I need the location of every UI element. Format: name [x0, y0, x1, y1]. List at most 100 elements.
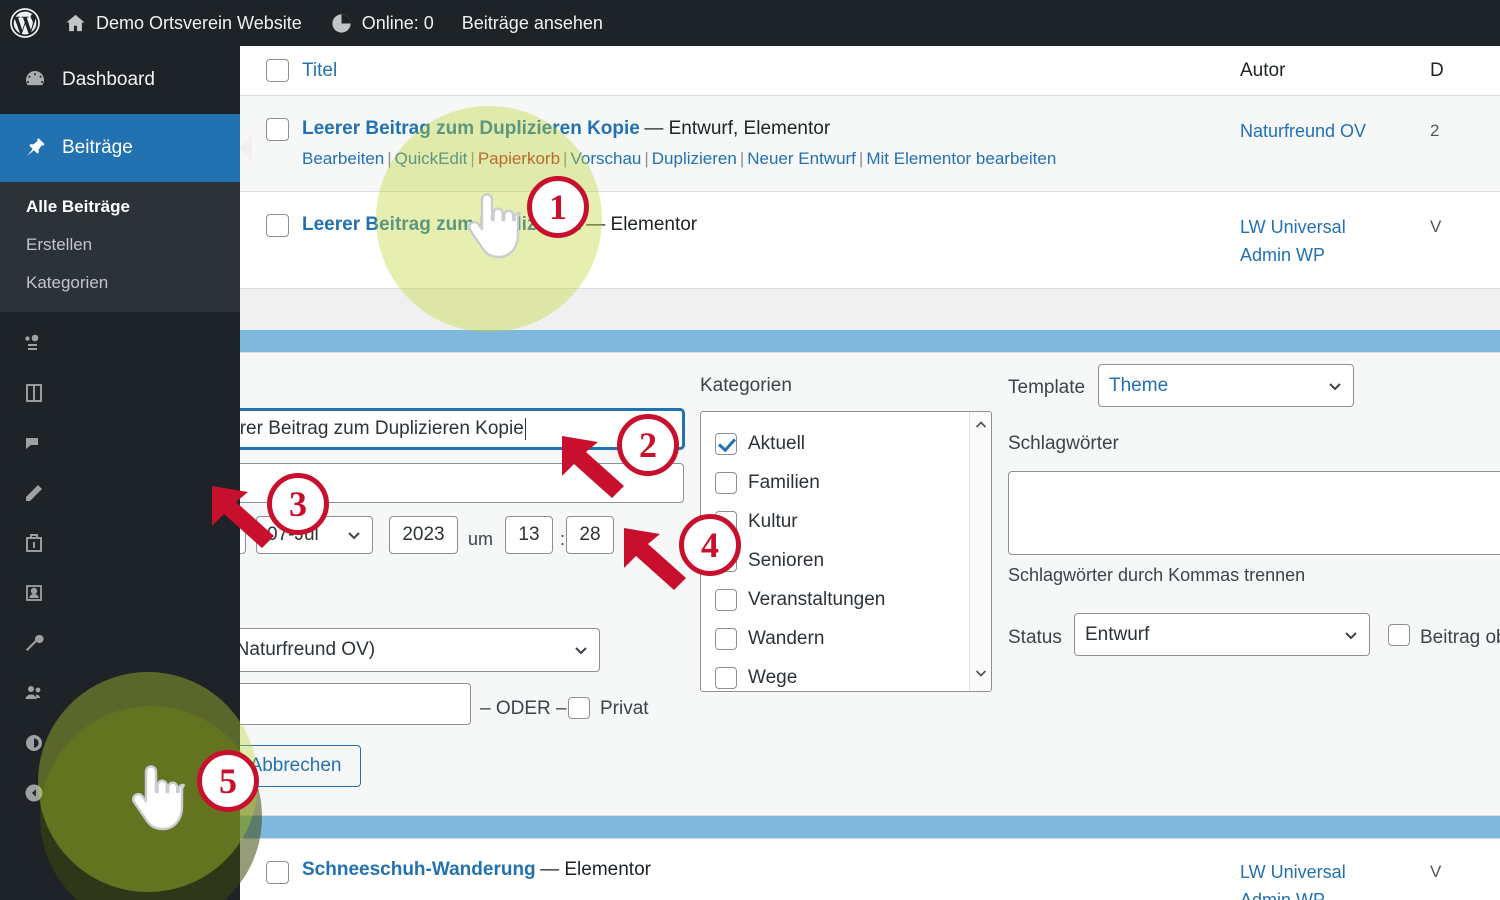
- category-label: Wege: [748, 666, 798, 688]
- category-checkbox[interactable]: [715, 432, 737, 455]
- select-all-checkbox[interactable]: [266, 59, 289, 82]
- tools-icon: [22, 631, 46, 660]
- online-count-label: Online: 0: [361, 12, 434, 33]
- table-row: Schneeschuh-Wanderung — Elementor LW Uni…: [240, 838, 1500, 900]
- column-header-author-cell: Autor: [1240, 60, 1430, 82]
- sidebar-subitem-alle-beitraege[interactable]: Alle Beiträge: [0, 188, 240, 226]
- posts-list-table: Titel Autor D Leerer Beitrag zum Duplizi…: [240, 46, 1500, 289]
- row-action-vorschau[interactable]: Vorschau: [570, 149, 641, 168]
- callout-badge-1: 1: [527, 176, 589, 238]
- row-title-cell: Leerer Beitrag zum Duplizieren Kopie — E…: [302, 96, 1240, 191]
- pages-icon: [22, 381, 46, 410]
- row-action-papierkorb[interactable]: Papierkorb: [478, 149, 560, 168]
- home-icon: [64, 12, 87, 35]
- category-checkbox[interactable]: [715, 666, 737, 689]
- row-action-mit-elementor-bearbeiten[interactable]: Mit Elementor bearbeiten: [866, 149, 1056, 168]
- sidebar-submenu-beitraege: Alle Beiträge Erstellen Kategorien: [0, 182, 240, 312]
- category-checkbox[interactable]: [715, 588, 737, 611]
- category-item-familien[interactable]: Familien: [715, 463, 991, 502]
- column-header-title-cell: Titel: [302, 60, 1240, 82]
- category-item-wege[interactable]: Wege: [715, 658, 991, 691]
- post-title-link[interactable]: Schneeschuh-Wanderung: [302, 859, 536, 880]
- sticky-checkbox[interactable]: [1388, 624, 1410, 646]
- sidebar-item-pages[interactable]: [0, 370, 240, 420]
- category-label: Aktuell: [748, 432, 806, 454]
- categories-scrollbar[interactable]: [969, 412, 991, 691]
- sidebar-item-beitraege[interactable]: Beiträge: [0, 114, 240, 182]
- category-label: Kultur: [748, 510, 798, 532]
- category-item-aktuell[interactable]: Aktuell: [715, 424, 991, 463]
- status-select[interactable]: Entwurf: [1074, 613, 1370, 656]
- sidebar-item-appearance[interactable]: [0, 470, 240, 520]
- wordpress-logo-button[interactable]: [0, 0, 50, 46]
- row-checkbox[interactable]: [266, 861, 289, 884]
- sidebar-item-users[interactable]: [0, 570, 240, 620]
- chevron-down-icon: [1343, 627, 1359, 643]
- callout-badge-3: 3: [267, 473, 329, 535]
- category-label: Familien: [748, 471, 820, 493]
- category-item-wandern[interactable]: Wandern: [715, 619, 991, 658]
- settings-icon: [22, 731, 46, 760]
- row-author-cell: LW Universal Admin WP: [1240, 855, 1430, 900]
- row-action-duplizieren[interactable]: Duplizieren: [652, 149, 737, 168]
- date-value: 2: [1430, 121, 1440, 140]
- column-header-date[interactable]: D: [1430, 60, 1444, 81]
- pie-chart-icon: [330, 12, 353, 35]
- category-item-veranstaltungen[interactable]: Veranstaltungen: [715, 580, 991, 619]
- author-link[interactable]: LW Universal: [1240, 214, 1430, 242]
- private-label: Privat: [600, 698, 649, 719]
- quickedit-panel: QUICKEDIT Titel Leerer Beitrag zum Dupli…: [60, 352, 1500, 816]
- author-link-second[interactable]: Admin WP: [1240, 242, 1430, 270]
- category-label: Senioren: [748, 549, 825, 571]
- or-separator-label: – ODER –: [480, 698, 567, 719]
- category-checkbox[interactable]: [715, 627, 737, 650]
- tags-textarea[interactable]: [1008, 471, 1500, 555]
- time-separator-word: um: [468, 529, 494, 549]
- sidebar-item-comments[interactable]: [0, 420, 240, 470]
- row-checkbox[interactable]: [266, 118, 289, 141]
- sidebar-subitem-erstellen[interactable]: Erstellen: [0, 226, 240, 264]
- categories-label: Kategorien: [700, 375, 792, 396]
- title-input[interactable]: Leerer Beitrag zum Duplizieren Kopie: [196, 409, 684, 449]
- sidebar-item-tools[interactable]: [0, 620, 240, 670]
- author-link[interactable]: Naturfreund OV: [1240, 121, 1366, 141]
- scroll-down-icon[interactable]: [974, 666, 988, 685]
- row-date-cell: V: [1430, 192, 1500, 258]
- sidebar-item-media[interactable]: [0, 320, 240, 370]
- time-hour-input[interactable]: 13: [505, 516, 553, 554]
- title-input-value: Leerer Beitrag zum Duplizieren Kopie: [208, 418, 524, 439]
- media-icon: [22, 331, 46, 360]
- template-select[interactable]: Theme: [1098, 364, 1354, 407]
- view-posts-button[interactable]: Beiträge ansehen: [448, 0, 617, 46]
- post-title-link[interactable]: Leerer Beitrag zum Duplizieren Kopie: [302, 118, 640, 139]
- sidebar-item-plugins[interactable]: [0, 520, 240, 570]
- row-title-cell: Schneeschuh-Wanderung — Elementor: [302, 855, 1240, 881]
- time-minute-input[interactable]: 28: [566, 516, 614, 554]
- column-header-author[interactable]: Autor: [1240, 60, 1285, 81]
- sidebar-subitem-kategorien[interactable]: Kategorien: [0, 264, 240, 302]
- sidebar-item-members[interactable]: [0, 670, 240, 720]
- category-item-senioren[interactable]: Senioren: [715, 541, 991, 580]
- post-state: — Elementor: [586, 214, 698, 235]
- author-link[interactable]: LW Universal: [1240, 859, 1430, 887]
- callout-badge-5: 5: [197, 750, 259, 812]
- category-label: Wandern: [748, 627, 825, 649]
- column-header-title[interactable]: Titel: [302, 60, 337, 81]
- row-checkbox[interactable]: [266, 214, 289, 237]
- category-checkbox[interactable]: [715, 471, 737, 494]
- author-link-second[interactable]: Admin WP: [1240, 887, 1430, 900]
- category-item-kultur[interactable]: Kultur: [715, 502, 991, 541]
- site-name-button[interactable]: Demo Ortsverein Website: [50, 0, 316, 46]
- pin-icon: [22, 135, 48, 161]
- chevron-down-icon: [346, 527, 362, 543]
- row-action-bearbeiten[interactable]: Bearbeiten: [302, 149, 384, 168]
- scroll-up-icon[interactable]: [974, 418, 988, 437]
- row-action-quickedit[interactable]: QuickEdit: [395, 149, 468, 168]
- sidebar-item-dashboard[interactable]: Dashboard: [0, 46, 240, 114]
- time-hour-value: 13: [518, 524, 540, 545]
- tags-helper-text: Schlagwörter durch Kommas trennen: [1008, 565, 1306, 585]
- online-counter-button[interactable]: Online: 0: [316, 0, 448, 46]
- date-year-input[interactable]: 2023: [389, 516, 458, 554]
- row-action-neuer-entwurf[interactable]: Neuer Entwurf: [747, 149, 856, 168]
- private-checkbox[interactable]: [568, 697, 590, 719]
